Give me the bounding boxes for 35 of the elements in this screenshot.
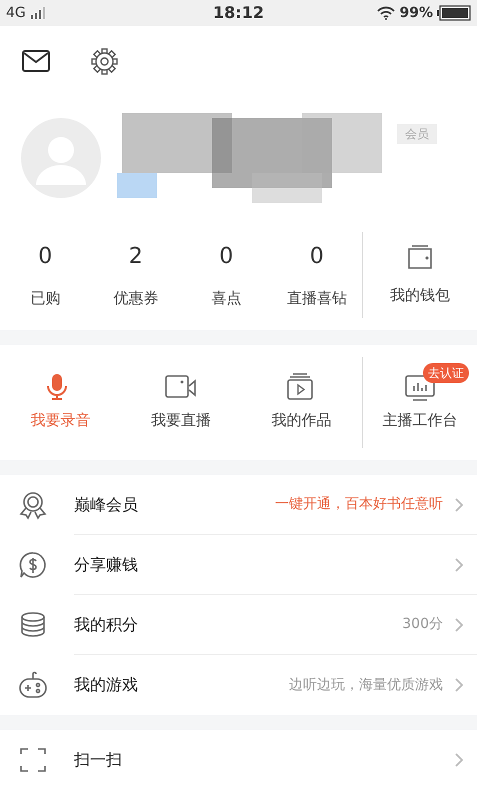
- menu-label[interactable]: 我的游戏: [74, 673, 138, 697]
- workbench-label[interactable]: 主播工作台: [382, 409, 458, 432]
- network-label: 4G: [6, 4, 26, 22]
- scan-icon[interactable]: [18, 745, 48, 775]
- menu-detail: 一键开通，百本好书任意听: [275, 495, 443, 514]
- stat-value[interactable]: 2: [90, 240, 181, 274]
- battery-icon: [437, 5, 471, 21]
- gamepad-icon[interactable]: [18, 670, 48, 700]
- stat-value[interactable]: 0: [272, 240, 362, 274]
- dollar-bubble-icon[interactable]: [18, 550, 48, 580]
- menu-label[interactable]: 分享赚钱: [74, 552, 138, 576]
- stat-value[interactable]: 0: [181, 240, 272, 274]
- stat-label[interactable]: 喜点: [181, 287, 272, 310]
- wallet-icon[interactable]: [407, 244, 433, 270]
- signal-icon: [30, 7, 46, 19]
- stat-label[interactable]: 已购: [0, 287, 90, 310]
- menu-label[interactable]: 扫一扫: [74, 748, 122, 772]
- action-label[interactable]: 我的作品: [272, 409, 332, 432]
- menu-detail: 300分: [402, 615, 443, 634]
- mail-icon[interactable]: [22, 49, 50, 73]
- status-time: 18:12: [212, 2, 265, 24]
- settings-icon[interactable]: [90, 46, 119, 76]
- menu-label[interactable]: 我的积分: [74, 612, 138, 636]
- wifi-icon: [377, 6, 396, 20]
- menu-detail: 边听边玩，海量优质游戏: [289, 676, 443, 694]
- wallet-label[interactable]: 我的钱包: [390, 284, 450, 306]
- medal-icon[interactable]: [18, 490, 48, 520]
- coin-stack-icon[interactable]: [18, 610, 48, 640]
- stat-value[interactable]: 0: [0, 240, 90, 274]
- stat-label[interactable]: 优惠券: [90, 287, 181, 310]
- member-tag: 会员: [397, 124, 437, 144]
- action-label[interactable]: 我要直播: [151, 409, 212, 432]
- menu-label[interactable]: 巅峰会员: [74, 492, 138, 516]
- battery-level: 99%: [399, 4, 433, 22]
- stat-label[interactable]: 直播喜钻: [272, 287, 362, 310]
